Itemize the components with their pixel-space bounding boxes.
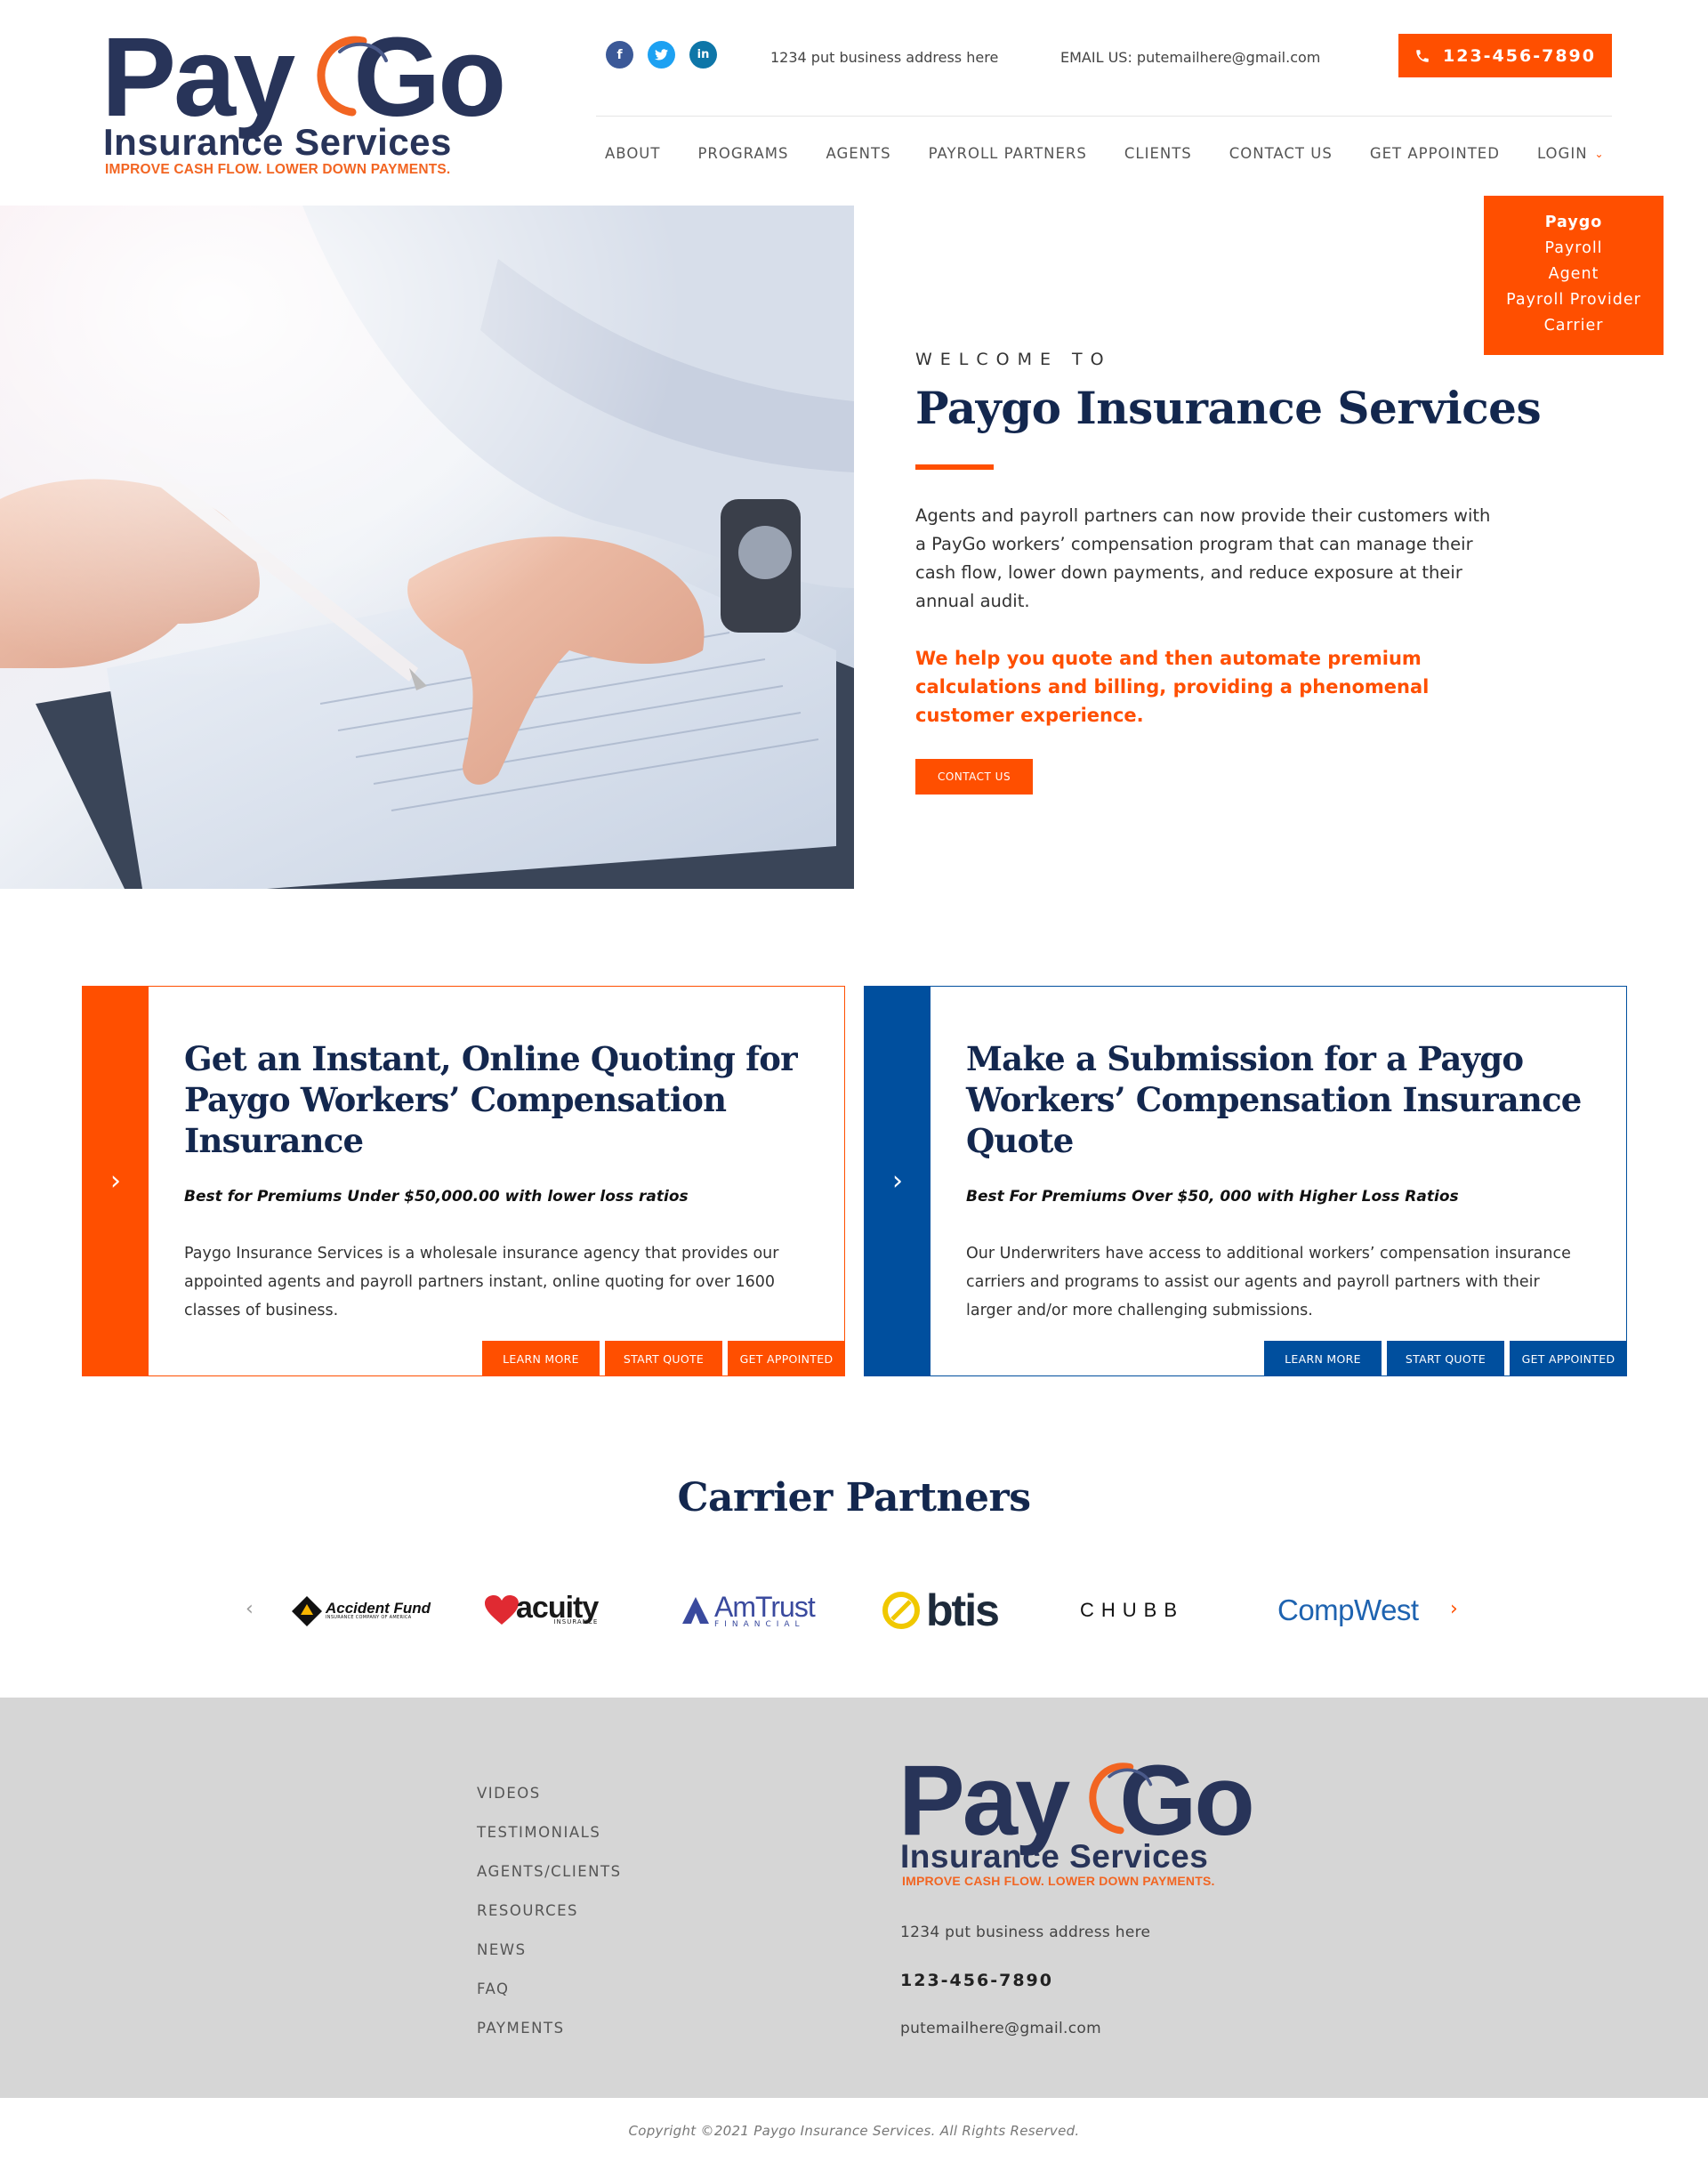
carrier-logo-compwest[interactable]: CompWest [1277,1585,1419,1635]
chevron-down-icon: ⌄ [1594,147,1605,160]
submission-card: › Make a Submission for a Paygo Workers’… [864,986,1627,1376]
footer-email[interactable]: putemailhere@gmail.com [900,2020,1101,2037]
card-subtitle: Best for Premiums Under $50,000.00 with … [184,1188,689,1206]
hero-photo-illustration [0,206,854,889]
amtrust-name: AmTrust [714,1590,816,1623]
login-menu-carrier[interactable]: Carrier [1484,313,1664,339]
nav-payroll-partners[interactable]: PAYROLL PARTNERS [929,145,1087,162]
site-footer: VIDEOS TESTIMONIALS AGENTS/CLIENTS RESOU… [0,1698,1708,2098]
card-body: Our Underwriters have access to addition… [966,1245,1571,1319]
hero-text: WELCOME TO Paygo Insurance Services Agen… [915,350,1542,795]
nav-about[interactable]: ABOUT [605,145,660,162]
footer-link-testimonials[interactable]: TESTIMONIALS [477,1813,622,1852]
copyright: Copyright ©2021 Paygo Insurance Services… [628,2123,1080,2139]
footer-link-payments[interactable]: PAYMENTS [477,2009,622,2048]
login-menu-payroll[interactable]: Payroll [1484,236,1664,262]
logo-swoosh-icon [317,36,388,117]
carrier-logo-accident-fund[interactable]: Accident Fund INSURANCE COMPANY OF AMERI… [290,1585,431,1635]
login-dropdown: Paygo Payroll Agent Payroll Provider Car… [1484,196,1664,355]
social-links: f in [606,41,717,69]
footer-logo[interactable]: Pay Go Insurance Services IMPROVE CASH FL… [898,1751,1255,1893]
hero-body: Agents and payroll partners can now prov… [915,505,1491,611]
carrier-logo-btis[interactable]: btis [882,1585,1000,1635]
nav-login-label: LOGIN [1536,145,1588,162]
logo-tagline: IMPROVE CASH FLOW. LOWER DOWN PAYMENTS. [902,1874,1215,1888]
facebook-icon[interactable]: f [606,41,633,69]
btis-name: btis [926,1585,1000,1635]
acuity-name: acuity [516,1590,599,1625]
get-appointed-button[interactable]: GET APPOINTED [1510,1341,1627,1376]
carousel-next-icon[interactable]: › [1450,1598,1458,1620]
twitter-bird-icon [655,49,668,60]
card-body: Paygo Insurance Services is a wholesale … [184,1245,779,1319]
nav-contact-us[interactable]: CONTACT US [1229,145,1333,162]
compwest-name: CompWest [1277,1593,1419,1626]
linkedin-icon[interactable]: in [689,41,717,69]
site-logo[interactable]: Pay Go Insurance Services IMPROVE CASH FL… [101,21,506,182]
card-title: Make a Submission for a Paygo Workers’ C… [966,1039,1582,1160]
nav-clients[interactable]: CLIENTS [1124,145,1192,162]
login-menu-payroll-provider[interactable]: Payroll Provider [1484,287,1664,313]
nav-programs[interactable]: PROGRAMS [697,145,788,162]
nav-get-appointed[interactable]: GET APPOINTED [1370,145,1500,162]
header-divider [596,116,1612,117]
learn-more-button[interactable]: LEARN MORE [1264,1341,1382,1376]
phone-icon [1416,49,1429,62]
btis-circle-icon [882,1592,920,1629]
footer-link-resources[interactable]: RESOURCES [477,1892,622,1931]
accident-fund-name: Accident Fund [326,1600,431,1617]
twitter-icon[interactable] [648,41,675,69]
start-quote-button[interactable]: START QUOTE [605,1341,722,1376]
footer-address: 1234 put business address here [900,1924,1151,1941]
learn-more-button[interactable]: LEARN MORE [482,1341,600,1376]
hero-image [0,206,854,889]
hero-divider [915,464,994,470]
logo-tagline: IMPROVE CASH FLOW. LOWER DOWN PAYMENTS. [105,162,451,177]
amtrust-small: FINANCIAL [714,1619,805,1629]
chubb-name: CHUBB [1080,1599,1185,1621]
logo-subtitle: Insurance Services [103,121,452,163]
hero-welcome: WELCOME TO [915,350,1112,369]
card-title: Get an Instant, Online Quoting for Paygo… [184,1039,798,1160]
hero-title: Paygo Insurance Services [915,382,1542,434]
hero-highlight: We help you quote and then automate prem… [915,648,1430,726]
login-menu-paygo[interactable]: Paygo [1484,210,1664,236]
logo-wordmark: Pay Go [898,1751,1255,1851]
get-appointed-button[interactable]: GET APPOINTED [728,1341,845,1376]
header-email[interactable]: EMAIL US: putemailhere@gmail.com [1060,49,1320,66]
chevron-right-icon[interactable]: › [83,987,149,1375]
footer-links: VIDEOS TESTIMONIALS AGENTS/CLIENTS RESOU… [477,1774,622,2048]
header-phone-number: 123-456-7890 [1443,45,1596,66]
carrier-logo-acuity[interactable]: acuity INSURANCE [484,1585,599,1635]
card-subtitle: Best For Premiums Over $50, 000 with Hig… [966,1188,1459,1206]
logo-swoosh-icon [1089,1763,1153,1835]
carriers-title: Carrier Partners [677,1475,1031,1521]
chevron-right-icon[interactable]: › [865,987,931,1375]
carrier-logo-chubb[interactable]: CHUBB [1080,1585,1184,1635]
carousel-prev-icon[interactable]: ‹ [246,1598,254,1620]
start-quote-button[interactable]: START QUOTE [1387,1341,1504,1376]
footer-link-videos[interactable]: VIDEOS [477,1774,622,1813]
logo-wordmark: Pay Go [101,21,506,133]
amtrust-mark-icon [682,1597,709,1624]
header-address: 1234 put business address here [770,49,999,66]
footer-phone[interactable]: 123-456-7890 [900,1971,1053,1990]
footer-link-agents-clients[interactable]: AGENTS/CLIENTS [477,1852,622,1892]
footer-link-news[interactable]: NEWS [477,1931,622,1970]
nav-agents[interactable]: AGENTS [826,145,890,162]
carrier-logo-amtrust[interactable]: AmTrust FINANCIAL [681,1585,816,1635]
instant-quote-card: › Get an Instant, Online Quoting for Pay… [82,986,845,1376]
main-nav: ABOUT PROGRAMS AGENTS PAYROLL PARTNERS C… [605,145,1605,162]
acuity-heart-icon [485,1595,519,1625]
hero-contact-button[interactable]: CONTACT US [915,759,1033,795]
logo-subtitle: Insurance Services [900,1838,1209,1875]
login-menu-agent[interactable]: Agent [1484,262,1664,287]
footer-link-faq[interactable]: FAQ [477,1970,622,2009]
accident-fund-mark-icon [292,1596,322,1626]
nav-login[interactable]: LOGIN ⌄ [1537,145,1605,162]
header-phone-button[interactable]: 123-456-7890 [1398,34,1612,77]
